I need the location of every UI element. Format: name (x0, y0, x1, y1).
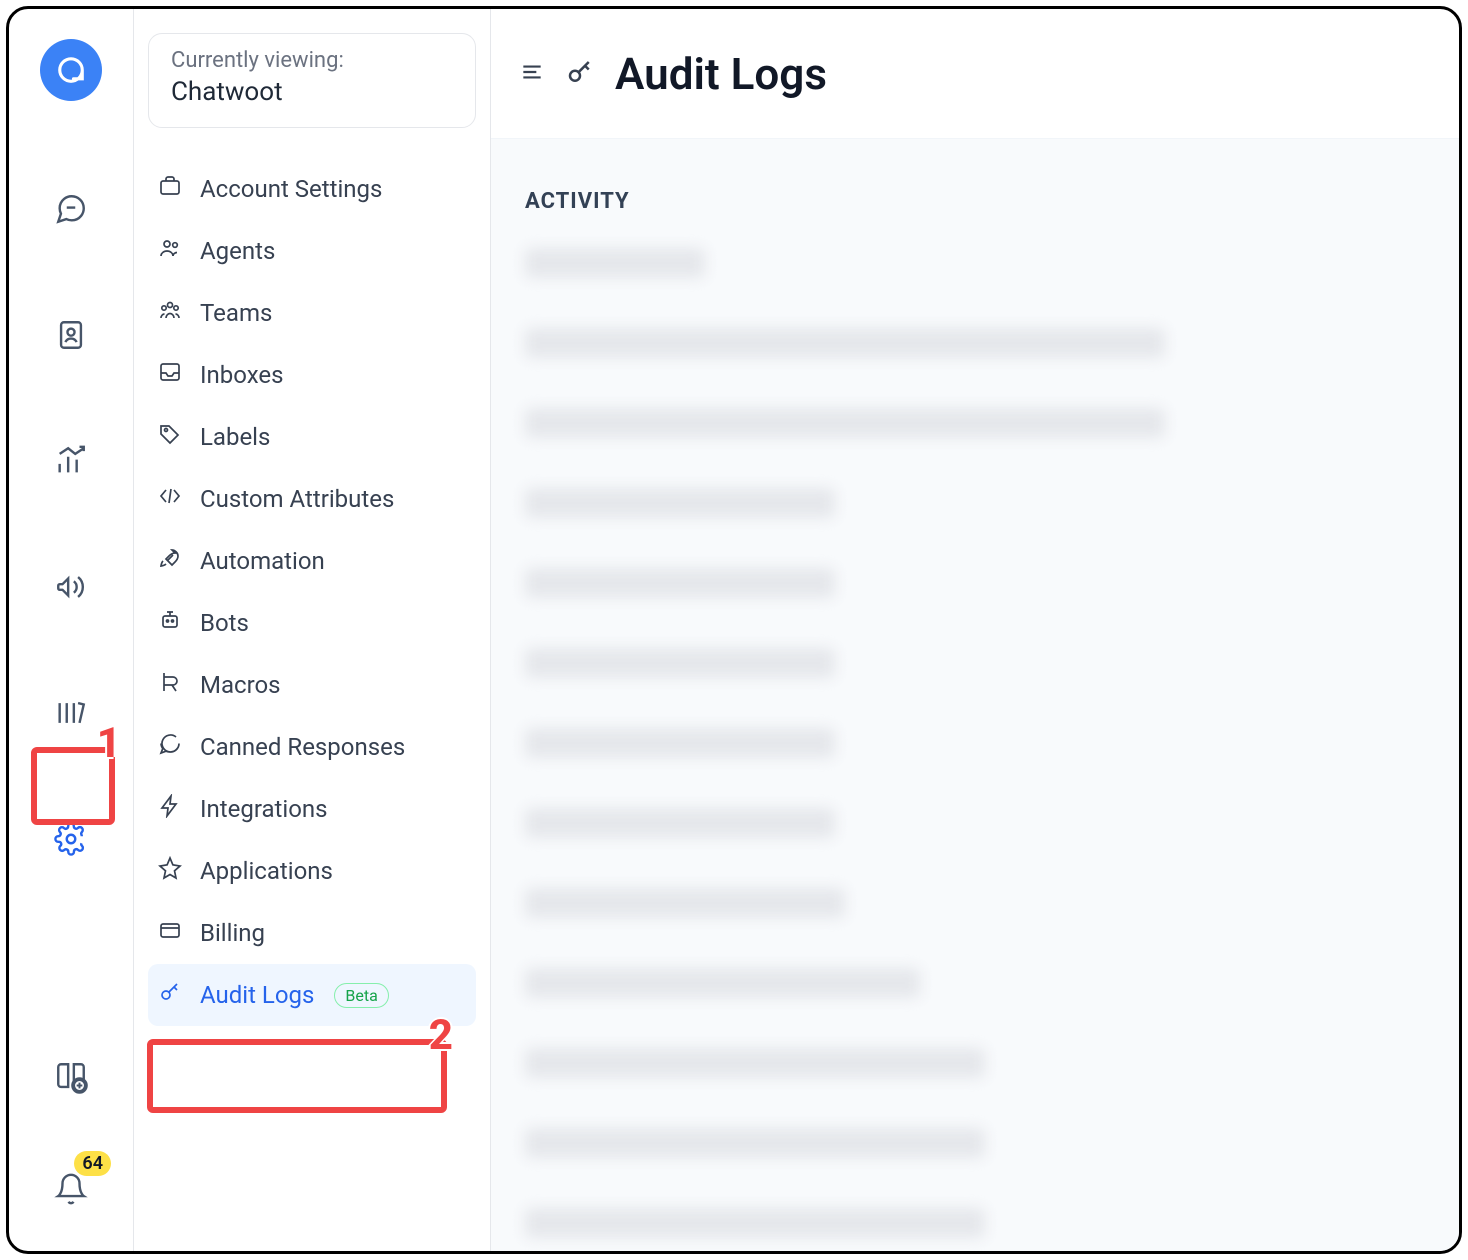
activity-row-redacted (525, 888, 845, 918)
sidebar-item-applications[interactable]: Applications (148, 840, 476, 902)
activity-row-redacted (525, 808, 835, 838)
sidebar-item-inboxes[interactable]: Inboxes (148, 344, 476, 406)
sidebar-item-teams[interactable]: Teams (148, 282, 476, 344)
content-area: ACTIVITY (491, 139, 1459, 1251)
activity-row-redacted (525, 248, 705, 278)
chat-bubble-icon (158, 732, 182, 762)
team-icon (158, 298, 182, 328)
nav-help-center[interactable] (43, 685, 99, 741)
activity-row-redacted (525, 1208, 985, 1238)
nav-notifications[interactable]: 64 (43, 1161, 99, 1217)
bot-icon (158, 608, 182, 638)
activity-row-redacted (525, 568, 835, 598)
brand-logo[interactable] (40, 39, 102, 101)
briefcase-icon (158, 174, 182, 204)
nav-settings[interactable] (43, 811, 99, 867)
settings-nav-list: Account Settings Agents Teams Inboxes Labels… (148, 158, 476, 1026)
sidebar-item-account-settings[interactable]: Account Settings (148, 158, 476, 220)
activity-row-redacted (525, 1128, 985, 1158)
current-account-name: Chatwoot (171, 77, 453, 107)
sidebar-item-audit-logs[interactable]: Audit Logs Beta (148, 964, 476, 1026)
sidebar-item-custom-attributes[interactable]: Custom Attributes (148, 468, 476, 530)
nav-conversations[interactable] (43, 181, 99, 237)
star-icon (158, 856, 182, 886)
sidebar-item-labels[interactable]: Labels (148, 406, 476, 468)
currently-viewing-label: Currently viewing: (171, 48, 453, 73)
app-window: 64 Currently viewing: Chatwoot Account S… (6, 6, 1462, 1254)
sidebar-item-label: Custom Attributes (200, 485, 394, 513)
activity-row-redacted (525, 728, 835, 758)
people-icon (158, 236, 182, 266)
primary-nav-rail: 64 (9, 9, 133, 1251)
sidebar-item-label: Billing (200, 919, 265, 947)
sidebar-item-label: Labels (200, 423, 270, 451)
sidebar-item-label: Macros (200, 671, 281, 699)
activity-row-redacted (525, 1048, 985, 1078)
sidebar-item-label: Bots (200, 609, 249, 637)
nav-contacts[interactable] (43, 307, 99, 363)
beta-badge: Beta (334, 983, 388, 1008)
sidebar-item-agents[interactable]: Agents (148, 220, 476, 282)
sidebar-item-label: Inboxes (200, 361, 283, 389)
menu-icon[interactable] (519, 59, 545, 89)
rocket-icon (158, 546, 182, 576)
sidebar-item-automation[interactable]: Automation (148, 530, 476, 592)
key-icon (158, 980, 182, 1010)
sidebar-item-label: Account Settings (200, 175, 382, 203)
sidebar-item-label: Teams (200, 299, 272, 327)
sidebar-item-bots[interactable]: Bots (148, 592, 476, 654)
nav-docs[interactable] (43, 1049, 99, 1105)
activity-section-header: ACTIVITY (525, 189, 1425, 214)
nav-reports[interactable] (43, 433, 99, 489)
activity-row-redacted (525, 968, 920, 998)
sidebar-item-billing[interactable]: Billing (148, 902, 476, 964)
settings-sidebar: Currently viewing: Chatwoot Account Sett… (133, 9, 491, 1251)
sidebar-item-canned-responses[interactable]: Canned Responses (148, 716, 476, 778)
nav-campaigns[interactable] (43, 559, 99, 615)
activity-row-redacted (525, 408, 1165, 438)
activity-row-redacted (525, 648, 835, 678)
inbox-icon (158, 360, 182, 390)
activity-row-redacted (525, 328, 1165, 358)
tag-icon (158, 422, 182, 452)
sidebar-item-macros[interactable]: Macros (148, 654, 476, 716)
sidebar-item-label: Applications (200, 857, 333, 885)
page-title: Audit Logs (615, 48, 827, 100)
card-icon (158, 918, 182, 948)
page-header: Audit Logs (491, 9, 1459, 139)
activity-row-redacted (525, 488, 835, 518)
main-panel: Audit Logs ACTIVITY (491, 9, 1459, 1251)
bolt-icon (158, 794, 182, 824)
notification-count-badge: 64 (74, 1151, 111, 1176)
sidebar-item-label: Canned Responses (200, 733, 405, 761)
macro-icon (158, 670, 182, 700)
sidebar-item-integrations[interactable]: Integrations (148, 778, 476, 840)
account-switcher[interactable]: Currently viewing: Chatwoot (148, 33, 476, 128)
sidebar-item-label: Integrations (200, 795, 328, 823)
sidebar-item-label: Automation (200, 547, 325, 575)
sidebar-item-label: Agents (200, 237, 275, 265)
key-icon (565, 57, 595, 91)
sidebar-item-label: Audit Logs (200, 981, 314, 1009)
code-icon (158, 484, 182, 514)
